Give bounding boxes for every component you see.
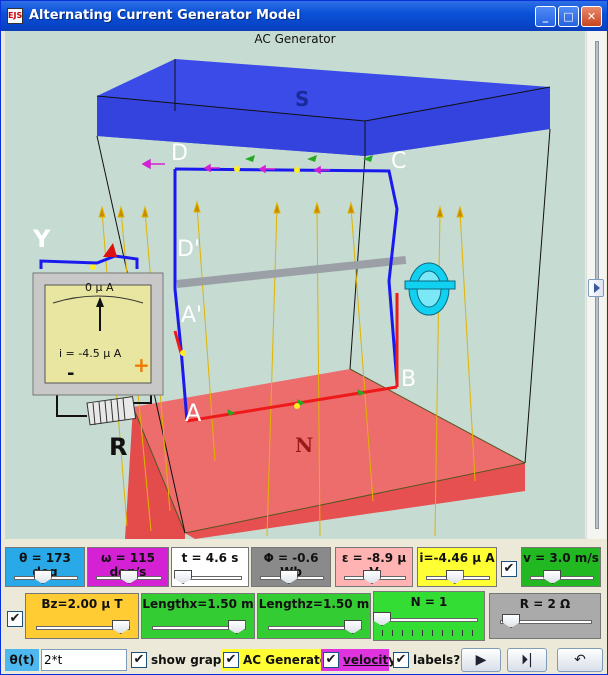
- bz-label: Bz=2.00 μ T: [41, 597, 123, 611]
- lengthz-label: Lengthz=1.50 m: [258, 597, 370, 611]
- velocity-toggle[interactable]: ✔ velocity: [321, 649, 396, 671]
- velocity-slider-label: v = 3.0 m/s: [523, 551, 599, 565]
- resistor: [86, 396, 137, 426]
- time-label: t = 4.6 s: [181, 551, 239, 565]
- generator-3d-view[interactable]: AC Generator S N D C B A A' D' Y R 0 μ A…: [5, 31, 585, 539]
- view-scrollbar[interactable]: [586, 31, 606, 539]
- axle: [176, 255, 407, 288]
- step-button[interactable]: ⏵|: [507, 648, 547, 672]
- ammeter-scale: 0 μ A: [85, 281, 114, 294]
- control-bar: θ(t) 2*t ✔ show graph ✔ AC Generator ✔ v…: [1, 647, 607, 674]
- theta-knob[interactable]: [33, 570, 52, 584]
- time-slider[interactable]: t = 4.6 s: [171, 547, 249, 587]
- label-s: S: [295, 87, 310, 111]
- label-d-prime: D': [177, 237, 200, 262]
- label-a-prime: A': [181, 303, 203, 328]
- label-y: Y: [33, 225, 51, 253]
- theta-function-label: θ(t): [5, 649, 39, 671]
- label-d: D: [171, 141, 188, 166]
- turns-slider[interactable]: N = 1: [373, 591, 485, 641]
- lengthx-slider[interactable]: Lengthx=1.50 m: [141, 593, 255, 639]
- emf-knob[interactable]: [362, 570, 381, 584]
- minimize-button[interactable]: _: [535, 6, 556, 27]
- ac-generator-toggle[interactable]: ✔ AC Generator: [221, 649, 334, 671]
- theta-slider[interactable]: θ = 173 deg: [5, 547, 85, 587]
- theta-function-input[interactable]: 2*t: [41, 649, 127, 671]
- velocity-knob[interactable]: [543, 570, 562, 584]
- labels-checkbox[interactable]: ✔: [393, 652, 409, 668]
- current-slider[interactable]: i=-4.46 μ A: [417, 547, 497, 587]
- flux-knob[interactable]: [279, 570, 298, 584]
- time-knob[interactable]: [174, 570, 193, 584]
- resistance-label: R = 2 Ω: [519, 597, 571, 611]
- omega-knob[interactable]: [120, 570, 138, 584]
- velocity-checkbox[interactable]: ✔: [323, 652, 339, 668]
- close-button[interactable]: ✕: [581, 6, 602, 27]
- labels-toggle[interactable]: ✔ labels?: [391, 649, 460, 671]
- label-r: R: [109, 433, 128, 461]
- bz-knob[interactable]: [111, 620, 130, 634]
- maximize-button[interactable]: □: [558, 6, 579, 27]
- show-graph-toggle[interactable]: ✔ show graph: [129, 649, 230, 671]
- app-window: EJS Alternating Current Generator Model …: [0, 0, 608, 675]
- reset-button[interactable]: ↶: [557, 648, 603, 672]
- label-c: C: [391, 149, 407, 174]
- lengthx-knob[interactable]: [227, 620, 246, 634]
- resistance-slider[interactable]: R = 2 Ω: [489, 593, 601, 639]
- ammeter-minus: -: [67, 363, 75, 384]
- lengthz-slider[interactable]: Lengthz=1.50 m: [257, 593, 371, 639]
- play-button[interactable]: ▶: [461, 648, 501, 672]
- show-graph-label: show graph: [151, 653, 230, 667]
- velocity-slider-checkbox[interactable]: ✔: [501, 561, 517, 577]
- scrollbar-thumb[interactable]: [588, 279, 604, 297]
- turns-label: N = 1: [410, 595, 448, 609]
- slider-row-2: ✔ Bz=2.00 μ T Lengthx=1.50 m Lengthz=1.5…: [1, 589, 607, 647]
- crank-handle: [404, 262, 456, 316]
- current-knob[interactable]: [445, 570, 464, 584]
- app-icon: EJS: [7, 8, 23, 24]
- turns-knob[interactable]: [373, 612, 391, 626]
- label-a: A: [185, 399, 202, 427]
- lengthx-label: Lengthx=1.50 m: [142, 597, 254, 611]
- show-graph-checkbox[interactable]: ✔: [131, 652, 147, 668]
- flux-slider[interactable]: Φ = -0.6 Wb: [251, 547, 331, 587]
- window-title: Alternating Current Generator Model: [29, 8, 301, 23]
- current-label: i=-4.46 μ A: [419, 551, 495, 565]
- bz-slider[interactable]: Bz=2.00 μ T: [25, 593, 139, 639]
- slider-row-1: θ = 173 deg ω = 115 deg/s t = 4.6 s Φ = …: [1, 541, 607, 589]
- resistance-knob[interactable]: [502, 614, 521, 628]
- velocity-slider[interactable]: v = 3.0 m/s: [521, 547, 601, 587]
- scene-caption: AC Generator: [254, 32, 336, 46]
- title-bar[interactable]: EJS Alternating Current Generator Model …: [1, 1, 607, 31]
- ammeter-reading: i = -4.5 μ A: [59, 347, 122, 360]
- bz-checkbox[interactable]: ✔: [7, 611, 23, 627]
- omega-slider[interactable]: ω = 115 deg/s: [87, 547, 169, 587]
- velocity-label: velocity: [343, 653, 397, 667]
- labels-label: labels?: [413, 653, 461, 667]
- ac-generator-checkbox[interactable]: ✔: [223, 652, 239, 668]
- label-b: B: [401, 367, 417, 392]
- label-n: N: [295, 433, 314, 457]
- lengthz-knob[interactable]: [343, 620, 362, 634]
- ammeter-plus: +: [133, 353, 150, 377]
- emf-slider[interactable]: ε = -8.9 μ V: [335, 547, 413, 587]
